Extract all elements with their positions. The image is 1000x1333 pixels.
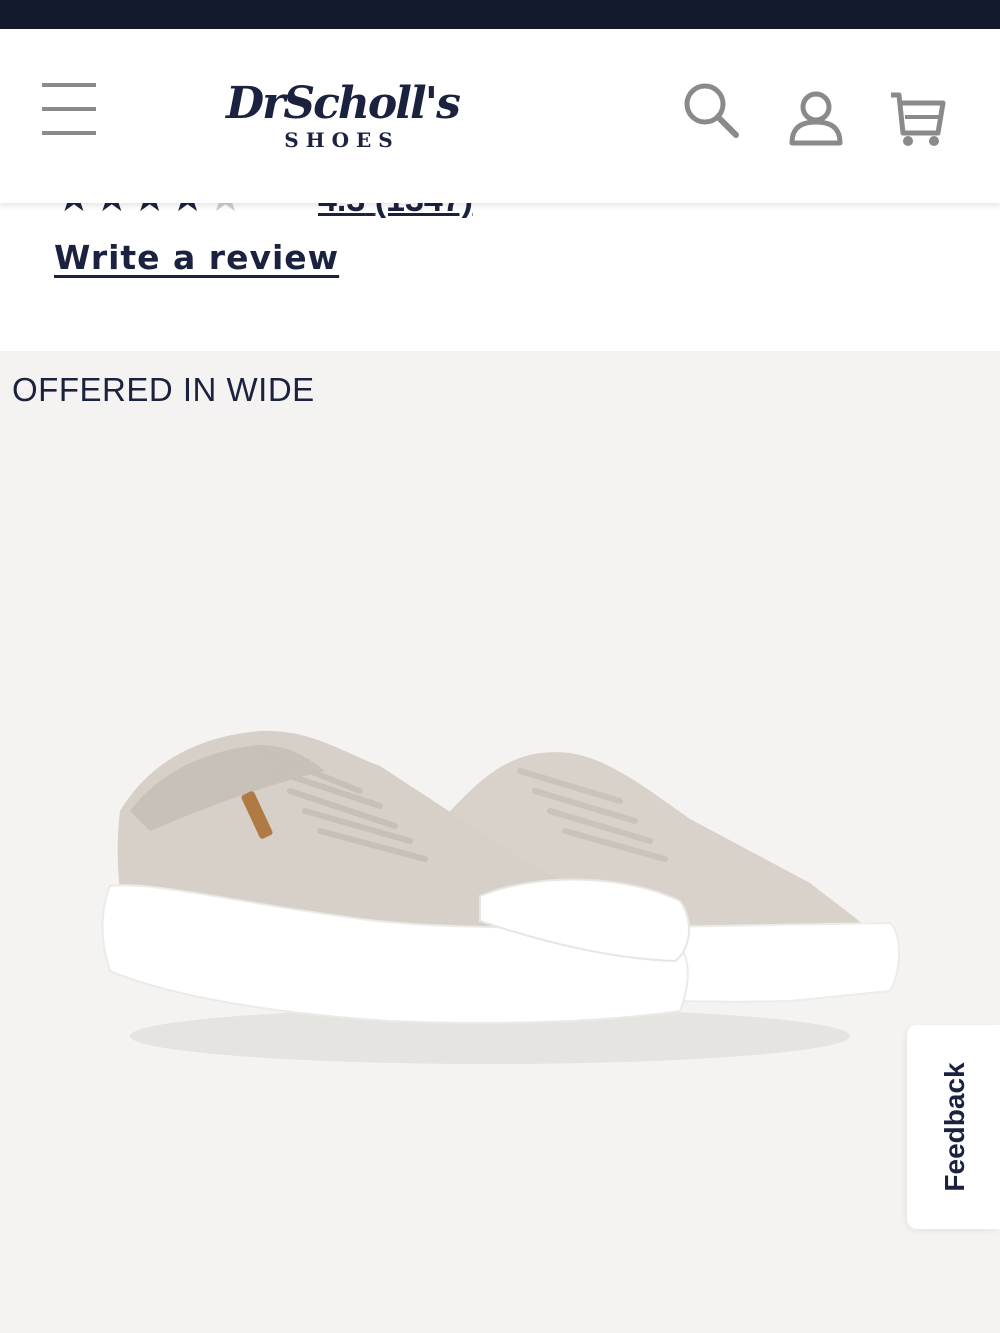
search-icon[interactable]: [682, 81, 740, 139]
cart-icon[interactable]: [888, 89, 948, 149]
site-header: DrScholl's SHOES: [0, 29, 1000, 203]
brand-logo[interactable]: DrScholl's SHOES: [226, 78, 461, 161]
menu-icon[interactable]: [42, 81, 98, 137]
top-status-strip: [0, 0, 1000, 29]
offered-in-wide-badge: OFFERED IN WIDE: [12, 371, 315, 408]
brand-name: DrScholl's: [226, 78, 461, 129]
brand-sub: SHOES: [284, 128, 400, 152]
product-image-panel: OFFERED IN WIDE Feedback: [0, 351, 1000, 1333]
account-icon[interactable]: [788, 89, 844, 147]
product-image[interactable]: [90, 641, 910, 1076]
feedback-label: Feedback: [939, 1062, 970, 1192]
write-review-link[interactable]: Write a review: [54, 238, 339, 277]
feedback-button[interactable]: Feedback: [907, 1025, 1000, 1229]
